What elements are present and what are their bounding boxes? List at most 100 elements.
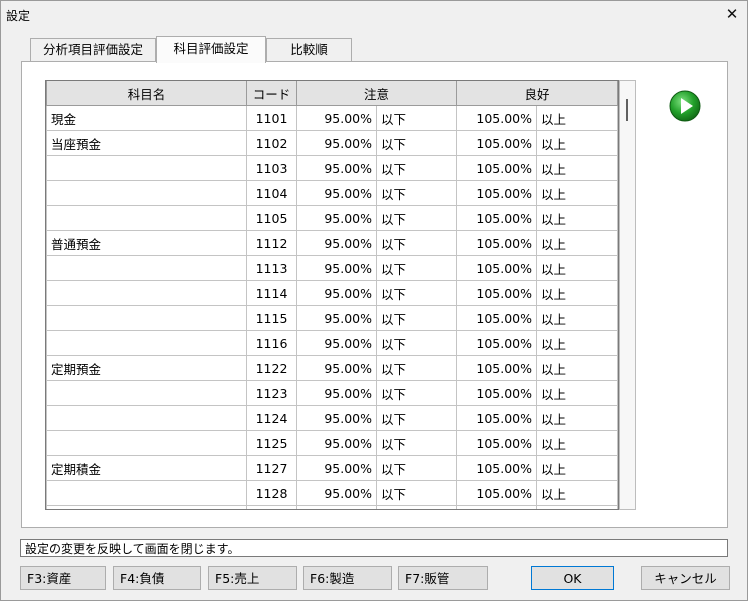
table-row[interactable]: 1124 95.00% 以下 105.00% 以上 [46, 405, 618, 431]
name-cell[interactable]: 普通預金 [46, 230, 247, 256]
f4-liabilities-button[interactable]: F4:負債 [113, 566, 201, 590]
caution-unit-cell[interactable] [375, 505, 458, 509]
code-cell[interactable]: 1103 [246, 155, 297, 181]
good-unit-cell[interactable]: 以上 [536, 280, 618, 306]
name-cell[interactable]: 定期積金 [46, 455, 247, 481]
good-unit-cell[interactable]: 以上 [536, 180, 618, 206]
caution-unit-cell[interactable]: 以下 [375, 455, 458, 481]
table-row[interactable]: 1128 95.00% 以下 105.00% 以上 [46, 480, 618, 506]
name-cell[interactable] [46, 180, 247, 206]
caution-value-cell[interactable]: 95.00% [296, 230, 377, 256]
name-cell[interactable] [46, 155, 247, 181]
caution-unit-cell[interactable]: 以下 [375, 405, 458, 431]
table-row[interactable] [46, 505, 618, 509]
good-value-cell[interactable]: 105.00% [456, 405, 538, 431]
name-cell[interactable] [46, 305, 247, 331]
caution-value-cell[interactable]: 95.00% [296, 255, 377, 281]
caution-unit-cell[interactable]: 以下 [375, 230, 458, 256]
table-row[interactable]: 1115 95.00% 以下 105.00% 以上 [46, 305, 618, 331]
good-unit-cell[interactable] [536, 505, 618, 509]
caution-value-cell[interactable]: 95.00% [296, 205, 377, 231]
good-unit-cell[interactable]: 以上 [536, 105, 618, 131]
code-cell[interactable]: 1124 [246, 405, 297, 431]
caution-value-cell[interactable]: 95.00% [296, 430, 377, 456]
caution-value-cell[interactable] [296, 505, 377, 509]
caution-unit-cell[interactable]: 以下 [375, 355, 458, 381]
name-cell[interactable] [46, 430, 247, 456]
table-row[interactable]: 1125 95.00% 以下 105.00% 以上 [46, 430, 618, 456]
good-value-cell[interactable]: 105.00% [456, 430, 538, 456]
column-header-good[interactable]: 良好 [456, 81, 618, 106]
good-value-cell[interactable]: 105.00% [456, 355, 538, 381]
code-cell[interactable]: 1114 [246, 280, 297, 306]
caution-value-cell[interactable]: 95.00% [296, 355, 377, 381]
code-cell[interactable]: 1123 [246, 380, 297, 406]
f7-sga-button[interactable]: F7:販管 [398, 566, 488, 590]
caution-unit-cell[interactable]: 以下 [375, 105, 458, 131]
ok-button[interactable]: OK [531, 566, 614, 590]
caution-value-cell[interactable]: 95.00% [296, 380, 377, 406]
f5-sales-button[interactable]: F5:売上 [208, 566, 297, 590]
table-row[interactable]: 定期預金 1122 95.00% 以下 105.00% 以上 [46, 355, 618, 381]
code-cell[interactable]: 1105 [246, 205, 297, 231]
good-value-cell[interactable]: 105.00% [456, 180, 538, 206]
good-unit-cell[interactable]: 以上 [536, 455, 618, 481]
caution-value-cell[interactable]: 95.00% [296, 480, 377, 506]
code-cell[interactable]: 1116 [246, 330, 297, 356]
table-row[interactable]: 1116 95.00% 以下 105.00% 以上 [46, 330, 618, 356]
caution-value-cell[interactable]: 95.00% [296, 405, 377, 431]
caution-unit-cell[interactable]: 以下 [375, 330, 458, 356]
name-cell[interactable]: 現金 [46, 105, 247, 131]
tab-account-settings[interactable]: 科目評価設定 [156, 36, 266, 63]
code-cell[interactable]: 1128 [246, 480, 297, 506]
close-icon[interactable]: ✕ [722, 4, 742, 24]
account-grid[interactable]: 科目名 コード 注意 良好 現金 1101 95.00% 以下 105.00% 以上 当座預… [45, 80, 619, 510]
good-unit-cell[interactable]: 以上 [536, 380, 618, 406]
column-header-code[interactable]: コード [246, 81, 297, 106]
caution-unit-cell[interactable]: 以下 [375, 155, 458, 181]
caution-unit-cell[interactable]: 以下 [375, 205, 458, 231]
table-row[interactable]: 現金 1101 95.00% 以下 105.00% 以上 [46, 105, 618, 131]
vertical-scrollbar[interactable] [619, 80, 636, 510]
table-row[interactable]: 1103 95.00% 以下 105.00% 以上 [46, 155, 618, 181]
good-unit-cell[interactable]: 以上 [536, 430, 618, 456]
good-value-cell[interactable]: 105.00% [456, 105, 538, 131]
name-cell[interactable] [46, 280, 247, 306]
good-unit-cell[interactable]: 以上 [536, 330, 618, 356]
name-cell[interactable] [46, 205, 247, 231]
good-value-cell[interactable] [456, 505, 538, 509]
caution-unit-cell[interactable]: 以下 [375, 430, 458, 456]
table-row[interactable]: 1113 95.00% 以下 105.00% 以上 [46, 255, 618, 281]
good-value-cell[interactable]: 105.00% [456, 480, 538, 506]
code-cell[interactable]: 1127 [246, 455, 297, 481]
table-row[interactable]: 1123 95.00% 以下 105.00% 以上 [46, 380, 618, 406]
caution-unit-cell[interactable]: 以下 [375, 255, 458, 281]
caution-unit-cell[interactable]: 以下 [375, 130, 458, 156]
column-header-caution[interactable]: 注意 [295, 81, 458, 106]
table-row[interactable]: 普通預金 1112 95.00% 以下 105.00% 以上 [46, 230, 618, 256]
good-unit-cell[interactable]: 以上 [536, 130, 618, 156]
code-cell[interactable]: 1104 [246, 180, 297, 206]
play-button[interactable] [669, 90, 701, 122]
table-row[interactable]: 1105 95.00% 以下 105.00% 以上 [46, 205, 618, 231]
scrollbar-thumb[interactable] [626, 99, 628, 121]
good-unit-cell[interactable]: 以上 [536, 355, 618, 381]
tab-analysis-item-settings[interactable]: 分析項目評価設定 [30, 38, 156, 61]
good-unit-cell[interactable]: 以上 [536, 405, 618, 431]
good-value-cell[interactable]: 105.00% [456, 155, 538, 181]
good-value-cell[interactable]: 105.00% [456, 255, 538, 281]
name-cell[interactable] [46, 405, 247, 431]
name-cell[interactable] [46, 480, 247, 506]
code-cell[interactable]: 1122 [246, 355, 297, 381]
table-row[interactable]: 1104 95.00% 以下 105.00% 以上 [46, 180, 618, 206]
good-value-cell[interactable]: 105.00% [456, 205, 538, 231]
good-unit-cell[interactable]: 以上 [536, 305, 618, 331]
caution-unit-cell[interactable]: 以下 [375, 380, 458, 406]
good-unit-cell[interactable]: 以上 [536, 230, 618, 256]
name-cell[interactable] [46, 330, 247, 356]
code-cell[interactable]: 1102 [246, 130, 297, 156]
name-cell[interactable]: 定期預金 [46, 355, 247, 381]
table-row[interactable]: 当座預金 1102 95.00% 以下 105.00% 以上 [46, 130, 618, 156]
caution-value-cell[interactable]: 95.00% [296, 105, 377, 131]
caution-value-cell[interactable]: 95.00% [296, 305, 377, 331]
